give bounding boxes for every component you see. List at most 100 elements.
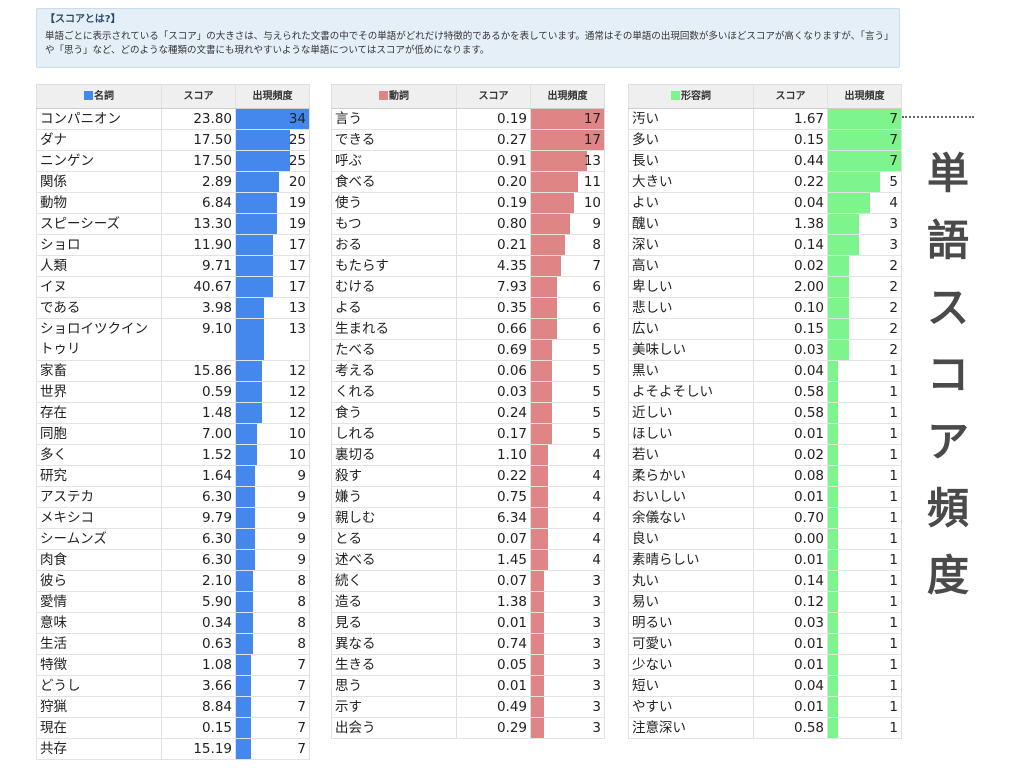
table-row[interactable]: 美味しい 0.03 2 bbox=[628, 340, 902, 361]
table-row[interactable]: くれる 0.03 5 bbox=[331, 382, 605, 403]
table-row[interactable]: 多い 0.15 7 bbox=[628, 130, 902, 151]
table-row[interactable]: 短い 0.04 1 bbox=[628, 676, 902, 697]
table-row[interactable]: 肉食 6.30 9 bbox=[36, 550, 310, 571]
table-row[interactable]: 関係 2.89 20 bbox=[36, 172, 310, 193]
table-row[interactable]: 人類 9.71 17 bbox=[36, 256, 310, 277]
table-row[interactable]: 柔らかい 0.08 1 bbox=[628, 466, 902, 487]
table-row[interactable]: 殺す 0.22 4 bbox=[331, 466, 605, 487]
table-row[interactable]: 余儀ない 0.70 1 bbox=[628, 508, 902, 529]
table-row[interactable]: よい 0.04 4 bbox=[628, 193, 902, 214]
table-row[interactable]: おいしい 0.01 1 bbox=[628, 487, 902, 508]
table-row[interactable]: 少ない 0.01 1 bbox=[628, 655, 902, 676]
table-row[interactable]: イヌ 40.67 17 bbox=[36, 277, 310, 298]
table-row[interactable]: 広い 0.15 2 bbox=[628, 319, 902, 340]
table-row[interactable]: 嫌う 0.75 4 bbox=[331, 487, 605, 508]
table-row[interactable]: 存在 1.48 12 bbox=[36, 403, 310, 424]
table-row[interactable]: 呼ぶ 0.91 13 bbox=[331, 151, 605, 172]
table-row[interactable]: 見る 0.01 3 bbox=[331, 613, 605, 634]
table-row[interactable]: 大きい 0.22 5 bbox=[628, 172, 902, 193]
table-row[interactable]: 高い 0.02 2 bbox=[628, 256, 902, 277]
table-row[interactable]: 醜い 1.38 3 bbox=[628, 214, 902, 235]
table-row[interactable]: 意味 0.34 8 bbox=[36, 613, 310, 634]
table-row[interactable]: 愛情 5.90 8 bbox=[36, 592, 310, 613]
table-row[interactable]: スピーシーズ 13.30 19 bbox=[36, 214, 310, 235]
column-header-freq[interactable]: 出現頻度 bbox=[531, 85, 605, 108]
table-row[interactable]: 続く 0.07 3 bbox=[331, 571, 605, 592]
table-row[interactable]: 特徴 1.08 7 bbox=[36, 655, 310, 676]
table-row[interactable]: どうし 3.66 7 bbox=[36, 676, 310, 697]
table-row[interactable]: 動物 6.84 19 bbox=[36, 193, 310, 214]
table-row[interactable]: 深い 0.14 3 bbox=[628, 235, 902, 256]
table-row[interactable]: 彼ら 2.10 8 bbox=[36, 571, 310, 592]
word-cell: アステカ bbox=[36, 487, 162, 507]
table-row[interactable]: 言う 0.19 17 bbox=[331, 109, 605, 130]
table-row[interactable]: 良い 0.00 1 bbox=[628, 529, 902, 550]
table-row[interactable]: とる 0.07 4 bbox=[331, 529, 605, 550]
table-row[interactable]: シームンズ 6.30 9 bbox=[36, 529, 310, 550]
table-row[interactable]: ダナ 17.50 25 bbox=[36, 130, 310, 151]
table-row[interactable]: である 3.98 13 bbox=[36, 298, 310, 319]
table-row[interactable]: 異なる 0.74 3 bbox=[331, 634, 605, 655]
table-row[interactable]: 同胞 7.00 10 bbox=[36, 424, 310, 445]
table-row[interactable]: 裏切る 1.10 4 bbox=[331, 445, 605, 466]
table-row[interactable]: ほしい 0.01 1 bbox=[628, 424, 902, 445]
table-row[interactable]: 生活 0.63 8 bbox=[36, 634, 310, 655]
table-row[interactable]: 世界 0.59 12 bbox=[36, 382, 310, 403]
table-row[interactable]: アステカ 6.30 9 bbox=[36, 487, 310, 508]
column-header-score[interactable]: スコア bbox=[162, 85, 236, 108]
table-row[interactable]: 使う 0.19 10 bbox=[331, 193, 605, 214]
table-row[interactable]: やすい 0.01 1 bbox=[628, 697, 902, 718]
table-row[interactable]: 明るい 0.03 1 bbox=[628, 613, 902, 634]
table-row[interactable]: できる 0.27 17 bbox=[331, 130, 605, 151]
table-row[interactable]: ニンゲン 17.50 25 bbox=[36, 151, 310, 172]
table-row[interactable]: 近しい 0.58 1 bbox=[628, 403, 902, 424]
table-row[interactable]: 思う 0.01 3 bbox=[331, 676, 605, 697]
table-row[interactable]: もたらす 4.35 7 bbox=[331, 256, 605, 277]
table-row[interactable]: 多く 1.52 10 bbox=[36, 445, 310, 466]
table-row[interactable]: 悲しい 0.10 2 bbox=[628, 298, 902, 319]
table-row[interactable]: むける 7.93 6 bbox=[331, 277, 605, 298]
table-row[interactable]: 食う 0.24 5 bbox=[331, 403, 605, 424]
table-row[interactable]: 考える 0.06 5 bbox=[331, 361, 605, 382]
table-row[interactable]: よる 0.35 6 bbox=[331, 298, 605, 319]
table-row[interactable]: 注意深い 0.58 1 bbox=[628, 718, 902, 739]
table-row[interactable]: よそよそしい 0.58 1 bbox=[628, 382, 902, 403]
table-row[interactable]: ショロイツクイントゥリ 9.10 13 bbox=[36, 319, 310, 361]
table-row[interactable]: 長い 0.44 7 bbox=[628, 151, 902, 172]
column-header-freq[interactable]: 出現頻度 bbox=[236, 85, 310, 108]
column-header-pos[interactable]: 形容詞 bbox=[628, 85, 754, 108]
column-header-score[interactable]: スコア bbox=[457, 85, 531, 108]
table-row[interactable]: もつ 0.80 9 bbox=[331, 214, 605, 235]
column-header-freq[interactable]: 出現頻度 bbox=[828, 85, 902, 108]
table-row[interactable]: たべる 0.69 5 bbox=[331, 340, 605, 361]
table-row[interactable]: 黒い 0.04 1 bbox=[628, 361, 902, 382]
table-row[interactable]: 汚い 1.67 7 bbox=[628, 109, 902, 130]
table-row[interactable]: 生まれる 0.66 6 bbox=[331, 319, 605, 340]
table-row[interactable]: 狩猟 8.84 7 bbox=[36, 697, 310, 718]
table-row[interactable]: 生きる 0.05 3 bbox=[331, 655, 605, 676]
table-row[interactable]: 造る 1.38 3 bbox=[331, 592, 605, 613]
table-row[interactable]: 現在 0.15 7 bbox=[36, 718, 310, 739]
table-row[interactable]: コンパニオン 23.80 34 bbox=[36, 109, 310, 130]
table-row[interactable]: 素晴らしい 0.01 1 bbox=[628, 550, 902, 571]
table-row[interactable]: 可愛い 0.01 1 bbox=[628, 634, 902, 655]
table-row[interactable]: 示す 0.49 3 bbox=[331, 697, 605, 718]
table-row[interactable]: 若い 0.02 1 bbox=[628, 445, 902, 466]
table-row[interactable]: 卑しい 2.00 2 bbox=[628, 277, 902, 298]
column-header-score[interactable]: スコア bbox=[754, 85, 828, 108]
column-header-pos[interactable]: 名詞 bbox=[36, 85, 162, 108]
table-row[interactable]: 述べる 1.45 4 bbox=[331, 550, 605, 571]
table-row[interactable]: 食べる 0.20 11 bbox=[331, 172, 605, 193]
table-row[interactable]: しれる 0.17 5 bbox=[331, 424, 605, 445]
table-row[interactable]: メキシコ 9.79 9 bbox=[36, 508, 310, 529]
table-row[interactable]: おる 0.21 8 bbox=[331, 235, 605, 256]
table-row[interactable]: 丸い 0.14 1 bbox=[628, 571, 902, 592]
table-row[interactable]: 親しむ 6.34 4 bbox=[331, 508, 605, 529]
table-row[interactable]: ショロ 11.90 17 bbox=[36, 235, 310, 256]
table-row[interactable]: 易い 0.12 1 bbox=[628, 592, 902, 613]
table-row[interactable]: 研究 1.64 9 bbox=[36, 466, 310, 487]
table-row[interactable]: 家畜 15.86 12 bbox=[36, 361, 310, 382]
column-header-pos[interactable]: 動詞 bbox=[331, 85, 457, 108]
table-row[interactable]: 共存 15.19 7 bbox=[36, 739, 310, 760]
table-row[interactable]: 出会う 0.29 3 bbox=[331, 718, 605, 739]
